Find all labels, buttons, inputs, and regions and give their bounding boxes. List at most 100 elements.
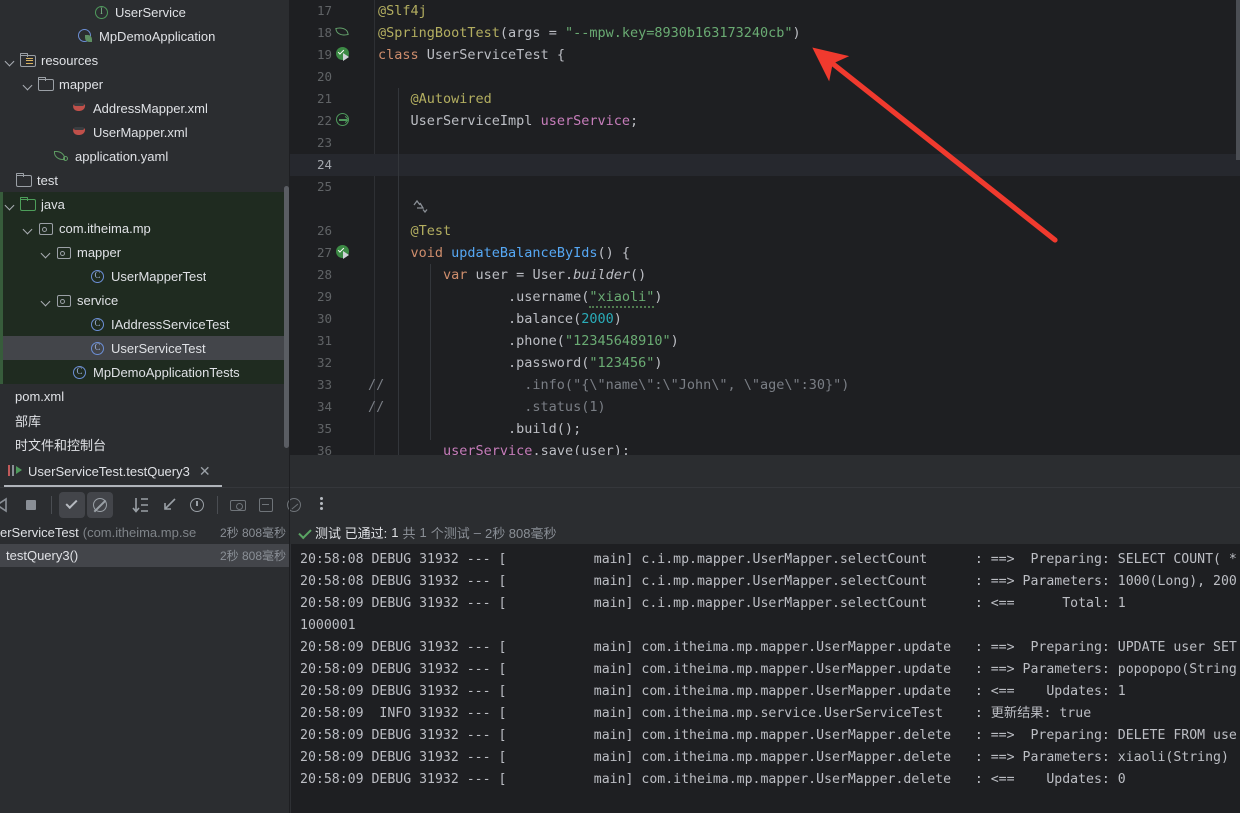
- code-line-18[interactable]: 18 @SpringBootTest(args = "--mpw.key=8930…: [290, 22, 1240, 44]
- code-token: () {: [597, 245, 630, 261]
- code-line-26[interactable]: 26 @Test: [290, 220, 1240, 242]
- code-line-35[interactable]: 35 .build();: [290, 418, 1240, 440]
- rerun-failed-icon[interactable]: [0, 492, 16, 518]
- test-duration: 2秒 808毫秒: [219, 526, 286, 540]
- show-passed-icon[interactable]: [59, 491, 85, 518]
- tree-item-java[interactable]: java: [0, 192, 290, 216]
- code-token: ): [792, 25, 801, 41]
- code-line-34[interactable]: 34// .status(1): [290, 396, 1240, 418]
- test-console[interactable]: 测试 已通过: 1 共 1 个测试 – 2秒 808毫秒 20:58:08 DE…: [290, 521, 1240, 813]
- code-line-27[interactable]: 27 void updateBalanceByIds() {: [290, 242, 1240, 264]
- sort-by-duration-icon[interactable]: [128, 492, 154, 518]
- run-panel-vertical-divider[interactable]: [289, 455, 290, 813]
- run-test-icon[interactable]: [336, 245, 352, 261]
- code-line-28[interactable]: 28 var user = User.builder(): [290, 264, 1240, 286]
- code-text: .info("{\"name\":\"John\", \"age\":30}"): [378, 374, 849, 396]
- test-result-row[interactable]: erServiceTest (com.itheima.mp.se 2秒 808毫秒: [0, 521, 290, 544]
- tree-item-com-itheima-mp[interactable]: com.itheima.mp: [0, 216, 290, 240]
- tree-item-iaddressservicetest[interactable]: C IAddressServiceTest: [0, 312, 290, 336]
- code-line-23[interactable]: 23: [290, 132, 1240, 154]
- chevron-down-icon[interactable]: [4, 198, 17, 211]
- code-line-36[interactable]: 36 userService.save(user);: [290, 440, 1240, 455]
- code-line-21[interactable]: 21 @Autowired: [290, 88, 1240, 110]
- tree-item-label: AddressMapper.xml: [93, 100, 208, 116]
- tree-item--[interactable]: 时文件和控制台: [0, 432, 290, 455]
- chevron-down-icon[interactable]: [22, 78, 35, 91]
- chevron-down-icon[interactable]: [22, 222, 35, 235]
- test-scope-strip: [0, 312, 3, 336]
- code-line-31[interactable]: 31 .phone("12345648910"): [290, 330, 1240, 352]
- line-number: 27: [316, 245, 332, 260]
- screenshot-icon[interactable]: [225, 492, 251, 518]
- editor-scrollbar[interactable]: [1236, 0, 1240, 160]
- chevron-down-icon[interactable]: [4, 54, 17, 67]
- close-icon[interactable]: ✕: [196, 462, 214, 480]
- show-ignored-icon[interactable]: [87, 491, 113, 518]
- code-line-blank[interactable]: [290, 198, 1240, 220]
- tree-item-mpdemoapplication[interactable]: MpDemoApplication: [0, 24, 290, 48]
- tree-item-resources[interactable]: resources: [0, 48, 290, 72]
- more-options-icon[interactable]: [309, 492, 335, 518]
- recycle-run-icon[interactable]: [411, 199, 429, 216]
- console-output[interactable]: 20:58:08 DEBUG 31932 --- [ main] c.i.mp.…: [290, 544, 1240, 813]
- tree-item-userservicetest[interactable]: C UserServiceTest: [0, 336, 290, 360]
- tree-item-application-yaml[interactable]: application.yaml: [0, 144, 290, 168]
- test-result-row[interactable]: testQuery3() 2秒 808毫秒: [0, 544, 290, 567]
- spring-leaf-icon[interactable]: [335, 25, 352, 41]
- project-tree-list[interactable]: I UserService MpDemoApplication resources ma…: [0, 0, 290, 455]
- code-line-20[interactable]: 20: [290, 66, 1240, 88]
- chevron-down-icon[interactable]: [40, 294, 53, 307]
- import-tests-icon[interactable]: [253, 492, 279, 518]
- tree-item--[interactable]: 部库: [0, 408, 290, 432]
- code-line-33[interactable]: 33// .info("{\"name\":\"John\", \"age\":…: [290, 374, 1240, 396]
- run-tab-bar[interactable]: UserServiceTest.testQuery3 ✕: [0, 455, 1240, 487]
- stop-icon[interactable]: [18, 492, 44, 518]
- package-icon: [55, 244, 72, 260]
- tree-item-mapper[interactable]: mapper: [0, 240, 290, 264]
- run-test-icon[interactable]: [336, 47, 352, 63]
- code-line-29[interactable]: 29 .username("xiaoli"): [290, 286, 1240, 308]
- line-number: 20: [316, 69, 332, 84]
- code-line-25[interactable]: 25: [290, 176, 1240, 198]
- line-number: 32: [316, 355, 332, 370]
- run-toolbar[interactable]: [0, 487, 1240, 521]
- tree-item-label: resources: [41, 52, 99, 68]
- code-token: @Slf4j: [378, 3, 427, 19]
- toolbar-divider: [217, 495, 218, 514]
- console-log-line: 20:58:09 DEBUG 31932 --- [ main] c.i.mp.…: [300, 596, 1126, 611]
- tree-item-usermappertest[interactable]: C UserMapperTest: [0, 264, 290, 288]
- tree-item-userservice[interactable]: I UserService: [0, 0, 290, 24]
- code-token: "123456": [589, 355, 655, 371]
- tree-item-service[interactable]: service: [0, 288, 290, 312]
- tree-item-mapper[interactable]: mapper: [0, 72, 290, 96]
- code-editor[interactable]: 17 @Slf4j 18 @SpringBootTest(args = "--mpw.…: [290, 0, 1240, 455]
- code-lines[interactable]: 17 @Slf4j 18 @SpringBootTest(args = "--mpw.…: [290, 0, 1240, 455]
- chevron-down-icon[interactable]: [40, 246, 53, 259]
- tree-item-test[interactable]: test: [0, 168, 290, 192]
- line-number: 24: [316, 157, 332, 172]
- code-line-22[interactable]: 22 UserServiceImpl userService;: [290, 110, 1240, 132]
- code-line-17[interactable]: 17 @Slf4j: [290, 0, 1240, 22]
- test-results-tree[interactable]: erServiceTest (com.itheima.mp.se 2秒 808毫秒 t…: [0, 521, 290, 813]
- test-name: testQuery3(): [6, 548, 79, 563]
- coverage-icon[interactable]: [281, 492, 307, 518]
- collapse-all-icon[interactable]: [156, 492, 182, 518]
- passed-count: 1: [391, 525, 399, 540]
- code-line-32[interactable]: 32 .password("123456"): [290, 352, 1240, 374]
- test-rows[interactable]: erServiceTest (com.itheima.mp.se 2秒 808毫秒 t…: [0, 521, 290, 567]
- code-line-24[interactable]: 24: [290, 154, 1240, 176]
- project-tree-panel[interactable]: I UserService MpDemoApplication resources ma…: [0, 0, 290, 455]
- run-tab-user-service-test[interactable]: UserServiceTest.testQuery3 ✕: [4, 455, 222, 487]
- tree-item-pom-xml[interactable]: pom.xml: [0, 384, 290, 408]
- tree-item-mpdemoapplicationtests[interactable]: C MpDemoApplicationTests: [0, 360, 290, 384]
- code-line-19[interactable]: 19 class UserServiceTest {: [290, 44, 1240, 66]
- history-icon[interactable]: [184, 492, 210, 518]
- code-token: .status(1): [378, 399, 606, 415]
- run-tool-window[interactable]: UserServiceTest.testQuery3 ✕ erServiceTe…: [0, 455, 1240, 813]
- bean-icon[interactable]: [336, 113, 352, 129]
- code-line-30[interactable]: 30 .balance(2000): [290, 308, 1240, 330]
- tree-item-usermapper-xml[interactable]: UserMapper.xml: [0, 120, 290, 144]
- tree-item-addressmapper-xml[interactable]: AddressMapper.xml: [0, 96, 290, 120]
